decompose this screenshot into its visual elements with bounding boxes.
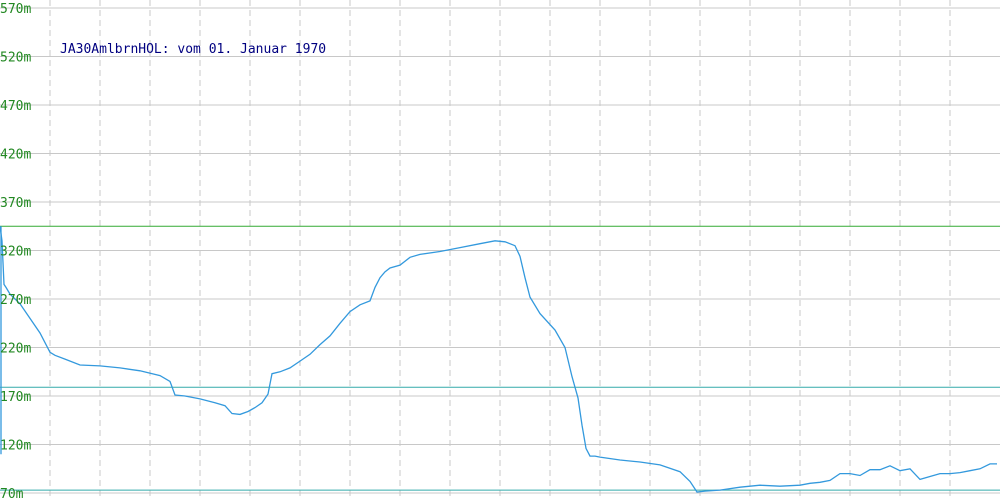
y-tick-label: 570m: [0, 2, 31, 17]
y-tick-label: 420m: [0, 148, 31, 163]
y-tick-label: 220m: [0, 342, 31, 357]
y-tick-label: 470m: [0, 99, 31, 114]
y-axis-ticks: 570m 520m 470m 420m 370m 320m 270m 220m 170m 120m…: [0, 2, 31, 500]
line-chart: 570m 520m 470m 420m 370m 320m 270m 220m 170m 120m…: [0, 0, 1000, 500]
y-tick-label: 520m: [0, 51, 31, 66]
y-tick-label: 120m: [0, 439, 31, 454]
y-tick-label: 370m: [0, 196, 31, 211]
y-tick-label: 170m: [0, 390, 31, 405]
grid: [0, 0, 1000, 500]
y-tick-label: 320m: [0, 245, 31, 260]
y-tick-label: 70m: [0, 487, 24, 500]
y-tick-label: 270m: [0, 293, 31, 308]
chart-title: JA30AmlbrnHOL: vom 01. Januar 1970: [60, 42, 326, 57]
